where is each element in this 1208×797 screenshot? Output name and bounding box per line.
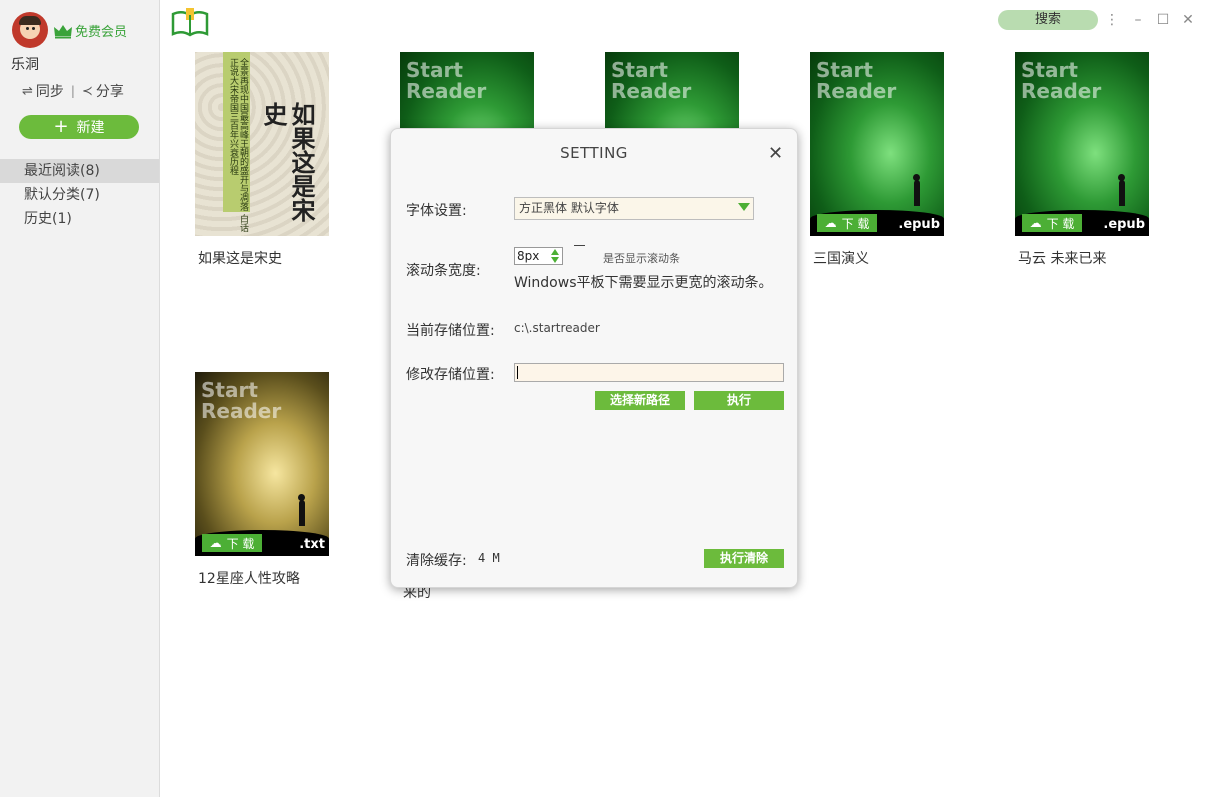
share-icon: ≺ — [81, 83, 93, 99]
more-menu-icon[interactable]: ⋮ — [1104, 10, 1120, 30]
app-logo-icon — [171, 8, 209, 37]
stepper-up-icon[interactable] — [551, 249, 559, 255]
nav-item-history[interactable]: 历史(1) — [0, 207, 159, 231]
file-extension: .txt — [299, 537, 325, 552]
cover-figure — [1118, 174, 1125, 206]
file-extension: .epub — [898, 217, 940, 232]
share-button[interactable]: 分享 — [96, 81, 124, 101]
scrollbar-checkbox[interactable] — [574, 245, 585, 246]
crown-icon — [54, 24, 72, 38]
download-button[interactable]: ☁ 下 载 — [202, 534, 262, 552]
current-path-label: 当前存储位置: — [406, 323, 495, 339]
cover-figure — [913, 174, 920, 206]
scrollbar-hint: Windows平板下需要显示更宽的滚动条。 — [514, 275, 773, 291]
close-icon[interactable]: ✕ — [768, 143, 783, 164]
dialog-title: SETTING — [560, 144, 628, 162]
cover-figure — [298, 494, 305, 526]
choose-path-button[interactable]: 选择新路径 — [595, 391, 685, 410]
book-cover[interactable]: Start Reader ☁ 下 载 .epub — [1015, 52, 1149, 236]
book-item[interactable]: Start Reader ☁ 下 载 .epub 三国演义 — [810, 52, 944, 268]
book-item[interactable]: Start Reader ☁ 下 载 .txt 12星座人性攻略 — [195, 372, 329, 588]
text-caret — [517, 366, 518, 379]
book-title[interactable]: 三国演义 — [813, 248, 944, 268]
stepper-down-icon[interactable] — [551, 257, 559, 263]
book-title[interactable]: 12星座人性攻略 — [198, 568, 329, 588]
cloud-download-icon: ☁ — [209, 536, 222, 550]
clear-cache-label: 清除缓存: — [406, 553, 467, 569]
vip-badge[interactable]: 免费会员 — [53, 21, 127, 40]
download-button[interactable]: ☁ 下 载 — [817, 214, 877, 232]
maximize-icon[interactable]: ☐ — [1155, 10, 1171, 30]
cloud-download-icon: ☁ — [824, 216, 837, 230]
sync-button[interactable]: 同步 — [36, 81, 64, 101]
nav-item-default[interactable]: 默认分类(7) — [0, 183, 159, 207]
minimize-icon[interactable]: – — [1130, 10, 1146, 30]
current-path-value: c:\.startreader — [514, 321, 600, 335]
book-title[interactable]: 马云 未来已来 — [1018, 248, 1149, 268]
modify-path-label: 修改存储位置: — [406, 367, 495, 383]
cover-brand: Start Reader — [611, 58, 692, 103]
cache-size: 4 M — [478, 551, 500, 565]
file-extension: .epub — [1103, 217, 1145, 232]
nav-item-recent[interactable]: 最近阅读(8) — [0, 159, 159, 183]
category-nav: 最近阅读(8) 默认分类(7) 历史(1) — [0, 159, 159, 231]
avatar-eye — [26, 27, 29, 30]
new-button[interactable]: + 新建 — [19, 115, 139, 139]
scrollbar-checkbox-label: 是否显示滚动条 — [603, 252, 680, 265]
plus-icon: + — [53, 116, 69, 137]
new-button-label: 新建 — [76, 120, 105, 136]
font-select-value: 方正黑体 默认字体 — [519, 201, 619, 215]
path-input[interactable] — [514, 363, 784, 382]
cloud-download-icon: ☁ — [1029, 216, 1042, 230]
search-button[interactable]: 搜索 — [998, 10, 1098, 30]
clear-cache-button[interactable]: 执行清除 — [704, 549, 784, 568]
download-label: 下 载 — [226, 536, 255, 551]
avatar-hair — [19, 16, 41, 25]
sync-icon: ⇌ — [22, 83, 33, 99]
sync-share-row: ⇌ 同步 | ≺ 分享 — [22, 81, 124, 101]
book-item[interactable]: 全景再现中国最高峰王朝的盛开与凋落 白话正说大宋帝国三百年兴衰历程 如果这是宋史… — [195, 52, 329, 268]
sidebar: 免费会员 乐洞 ⇌ 同步 | ≺ 分享 + 新建 最近阅读(8) 默认分类(7)… — [0, 0, 160, 797]
download-label: 下 载 — [1046, 216, 1075, 231]
scrollbar-width-label: 滚动条宽度: — [406, 263, 481, 279]
user-avatar[interactable] — [12, 12, 48, 48]
settings-dialog: SETTING ✕ 字体设置: 方正黑体 默认字体 滚动条宽度: 8px 是否显… — [390, 128, 798, 588]
cover-brand: Start Reader — [201, 378, 282, 423]
cover-brand: Start Reader — [406, 58, 487, 103]
cover-subtitle: 全景再现中国最高峰王朝的盛开与凋落 白话正说大宋帝国三百年兴衰历程 — [228, 58, 248, 232]
cover-brand: Start Reader — [1021, 58, 1102, 103]
divider: | — [70, 84, 75, 98]
book-cover[interactable]: Start Reader ☁ 下 载 .txt — [195, 372, 329, 556]
book-item[interactable]: Start Reader ☁ 下 载 .epub 马云 未来已来 — [1015, 52, 1149, 268]
book-title[interactable]: 如果这是宋史 — [198, 248, 329, 268]
book-cover[interactable]: 全景再现中国最高峰王朝的盛开与凋落 白话正说大宋帝国三百年兴衰历程 如果这是宋史 — [195, 52, 329, 236]
download-label: 下 载 — [841, 216, 870, 231]
scrollbar-width-value: 8px — [517, 249, 540, 263]
execute-button[interactable]: 执行 — [694, 391, 784, 410]
chevron-down-icon — [738, 203, 750, 211]
vip-label: 免费会员 — [75, 25, 128, 40]
close-window-icon[interactable]: ✕ — [1180, 10, 1196, 30]
download-button[interactable]: ☁ 下 载 — [1022, 214, 1082, 232]
book-cover[interactable]: Start Reader ☁ 下 载 .epub — [810, 52, 944, 236]
username: 乐洞 — [11, 57, 39, 73]
cover-brand: Start Reader — [816, 58, 897, 103]
avatar-eye — [32, 27, 35, 30]
font-label: 字体设置: — [406, 203, 467, 219]
font-select[interactable]: 方正黑体 默认字体 — [514, 197, 754, 220]
scrollbar-width-stepper[interactable]: 8px — [514, 247, 563, 265]
cover-title: 如果这是宋史 — [259, 102, 316, 222]
